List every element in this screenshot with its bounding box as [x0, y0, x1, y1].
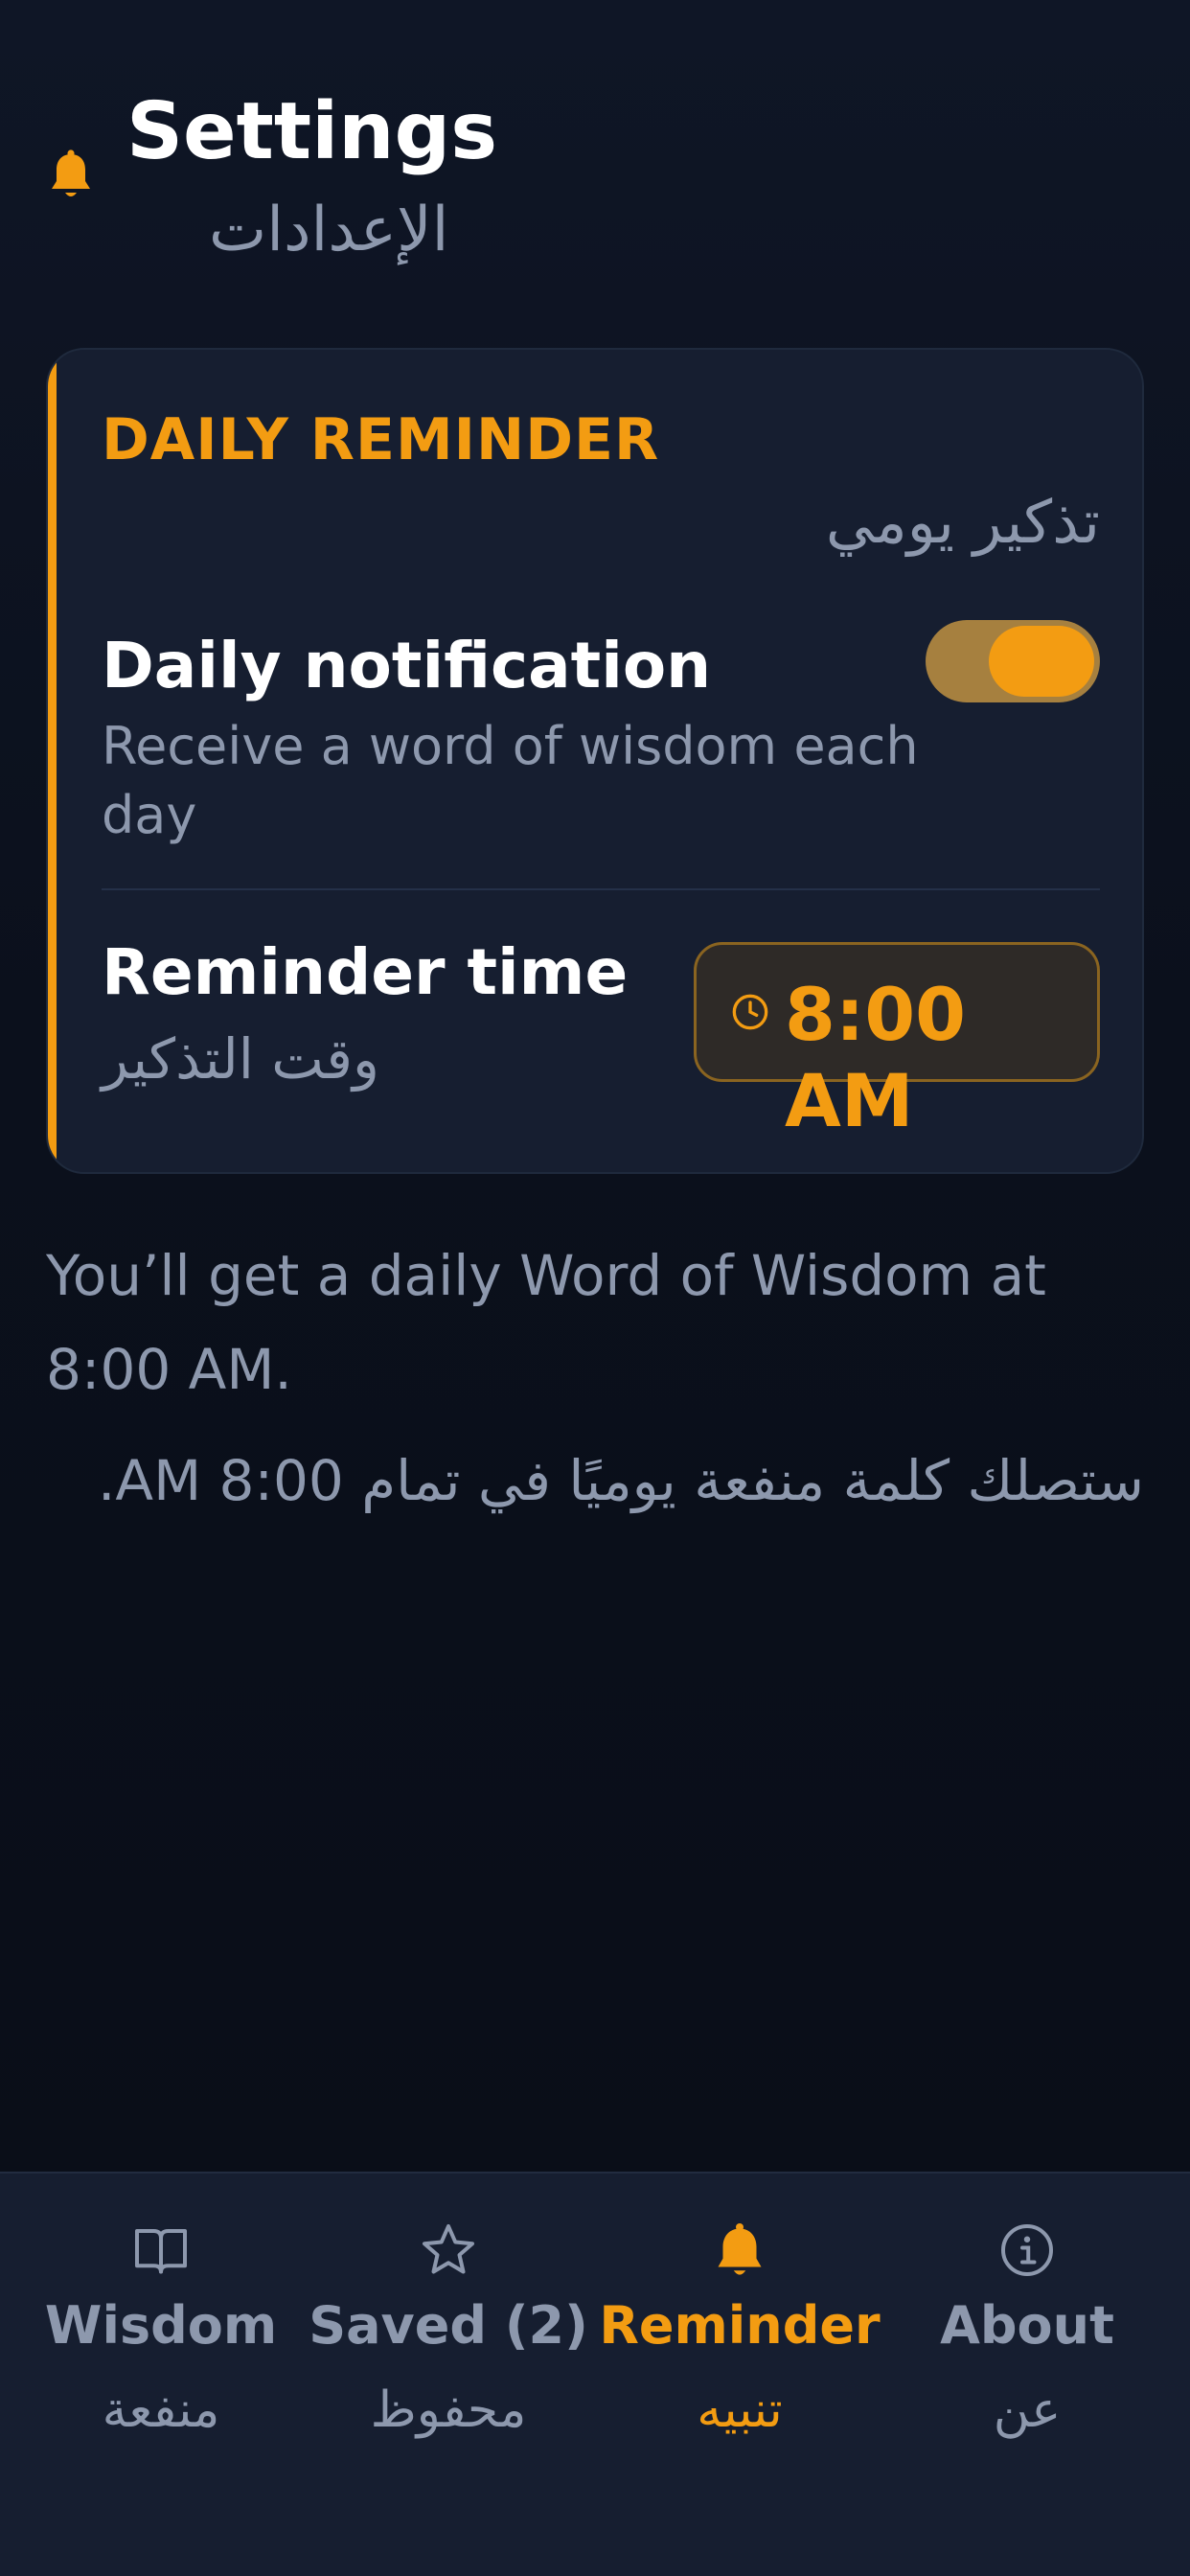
reminder-info-text-arabic: ستصلك كلمة منفعة يوميًا في تمام 8:00 AM. — [97, 1448, 1144, 1513]
tab-label: Reminder — [599, 2295, 881, 2356]
tab-label-arabic: عن — [993, 2381, 1062, 2439]
tab-saved[interactable]: Saved (2) محفوظ — [305, 2174, 592, 2461]
daily-notification-description: Receive a word of wisdom each day — [102, 716, 919, 845]
clock-icon — [732, 994, 768, 1030]
book-icon — [135, 2229, 187, 2274]
toggle-knob — [989, 626, 1094, 697]
daily-notification-label: Daily notification — [102, 629, 712, 702]
reminder-info-text: You’ll get a daily Word of Wisdom at 8:0… — [46, 1243, 1046, 1402]
tab-label-arabic: تنبيه — [697, 2381, 783, 2439]
tab-label: Wisdom — [44, 2295, 278, 2356]
reminder-time-button[interactable]: 8:00 AM — [694, 942, 1100, 1143]
header: Settings الإعدادات — [0, 0, 1190, 316]
bell-icon — [52, 150, 90, 196]
info-icon — [1001, 2224, 1053, 2276]
tab-about[interactable]: About عن — [883, 2174, 1171, 2461]
page-title: Settings — [126, 86, 498, 177]
reminder-time-label-arabic: وقت التذكير — [102, 1026, 379, 1092]
tab-label-arabic: محفوظ — [370, 2381, 527, 2439]
tab-label: About — [940, 2295, 1114, 2356]
divider — [102, 888, 1100, 890]
bottom-tab-bar: Wisdom منفعة Saved (2) محفوظ Reminder تن… — [0, 2172, 1190, 2576]
reminder-time-label: Reminder time — [102, 935, 629, 1009]
daily-notification-toggle[interactable] — [926, 620, 1100, 702]
section-heading: DAILY REMINDER — [102, 406, 660, 473]
tab-reminder[interactable]: Reminder تنبيه — [596, 2174, 883, 2461]
bell-icon — [718, 2223, 762, 2275]
card-accent-bar — [48, 350, 57, 1172]
daily-reminder-card: DAILY REMINDER تذكير يومي Daily notifica… — [46, 348, 1144, 1174]
tab-label-arabic: منفعة — [102, 2381, 220, 2439]
tab-label: Saved (2) — [309, 2295, 588, 2356]
page-title-arabic: الإعدادات — [209, 195, 449, 265]
tab-wisdom[interactable]: Wisdom منفعة — [17, 2174, 305, 2461]
section-heading-arabic: تذكير يومي — [825, 487, 1100, 557]
star-icon — [423, 2224, 474, 2274]
reminder-time-value: 8:00 AM — [785, 972, 967, 1143]
